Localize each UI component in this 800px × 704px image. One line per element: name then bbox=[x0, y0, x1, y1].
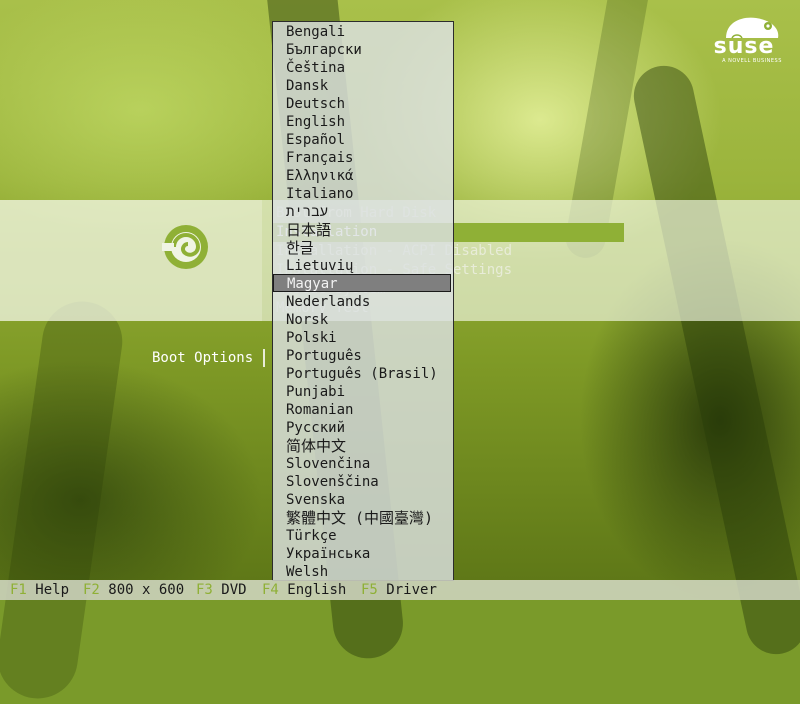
language-option[interactable]: Nederlands bbox=[273, 293, 451, 311]
function-key-action: DVD bbox=[221, 582, 247, 598]
language-option[interactable]: 日本語 bbox=[273, 221, 451, 239]
function-key-bar: F1 Help F2 800 x 600 F3 DVD F4 English F… bbox=[0, 580, 800, 600]
language-option[interactable]: Português (Brasil) bbox=[273, 365, 451, 383]
function-key-label: F4 bbox=[262, 582, 279, 598]
language-option[interactable]: 繁體中文 (中國臺灣) bbox=[273, 509, 451, 527]
language-option[interactable]: Ελληνικά bbox=[273, 167, 451, 185]
f3-source-key[interactable]: F3 DVD bbox=[196, 581, 247, 599]
language-option-selected[interactable]: Magyar bbox=[273, 274, 451, 292]
language-option[interactable]: Čeština bbox=[273, 59, 451, 77]
language-option[interactable]: Norsk bbox=[273, 311, 451, 329]
language-option[interactable]: Български bbox=[273, 41, 451, 59]
language-option[interactable]: Romanian bbox=[273, 401, 451, 419]
language-option[interactable]: Polski bbox=[273, 329, 451, 347]
function-key-label: F2 bbox=[83, 582, 100, 598]
language-option[interactable]: Svenska bbox=[273, 491, 451, 509]
suse-logo-subtext: A NOVELL BUSINESS bbox=[722, 58, 782, 64]
language-option[interactable]: Русский bbox=[273, 419, 451, 437]
language-option[interactable]: Português bbox=[273, 347, 451, 365]
f5-driver-key[interactable]: F5 Driver bbox=[361, 581, 437, 599]
language-option[interactable]: Welsh bbox=[273, 563, 451, 581]
f1-help-key[interactable]: F1 Help bbox=[10, 581, 69, 599]
language-option[interactable]: Slovenčina bbox=[273, 455, 451, 473]
language-option[interactable]: Français bbox=[273, 149, 451, 167]
suse-swirl-icon bbox=[162, 225, 208, 269]
boot-menu-band-left bbox=[0, 200, 262, 321]
function-key-action: Help bbox=[35, 582, 70, 598]
suse-logo-text: suse bbox=[713, 34, 775, 59]
function-key-action: 800 x 600 bbox=[108, 582, 185, 598]
language-option[interactable]: 한글 bbox=[273, 239, 451, 257]
language-option[interactable]: Punjabi bbox=[273, 383, 451, 401]
function-key-action: English bbox=[287, 582, 347, 598]
f2-resolution-key[interactable]: F2 800 x 600 bbox=[83, 581, 184, 599]
language-option[interactable]: עברית bbox=[273, 203, 451, 221]
language-option[interactable]: Slovenščina bbox=[273, 473, 451, 491]
function-key-label: F5 bbox=[361, 582, 378, 598]
language-option[interactable]: Lietuvių bbox=[273, 257, 451, 275]
language-option[interactable]: Español bbox=[273, 131, 451, 149]
language-option[interactable]: 简体中文 bbox=[273, 437, 451, 455]
language-option[interactable]: Українська bbox=[273, 545, 451, 563]
language-option[interactable]: Italiano bbox=[273, 185, 451, 203]
language-option[interactable]: Deutsch bbox=[273, 95, 451, 113]
language-option[interactable]: Türkçe bbox=[273, 527, 451, 545]
function-key-label: F3 bbox=[196, 582, 213, 598]
f4-language-key[interactable]: F4 English bbox=[262, 581, 346, 599]
suse-swirl-logo bbox=[162, 222, 208, 272]
language-option[interactable]: Bengali bbox=[273, 23, 451, 41]
function-key-action: Driver bbox=[386, 582, 437, 598]
boot-options-input-cursor[interactable] bbox=[263, 349, 265, 367]
language-popup[interactable]: Bengali Български Čeština Dansk Deutsch … bbox=[272, 21, 454, 581]
boot-options-label: Boot Options bbox=[152, 350, 254, 366]
function-key-label: F1 bbox=[10, 582, 27, 598]
language-option[interactable]: English bbox=[273, 113, 451, 131]
language-option[interactable]: Dansk bbox=[273, 77, 451, 95]
